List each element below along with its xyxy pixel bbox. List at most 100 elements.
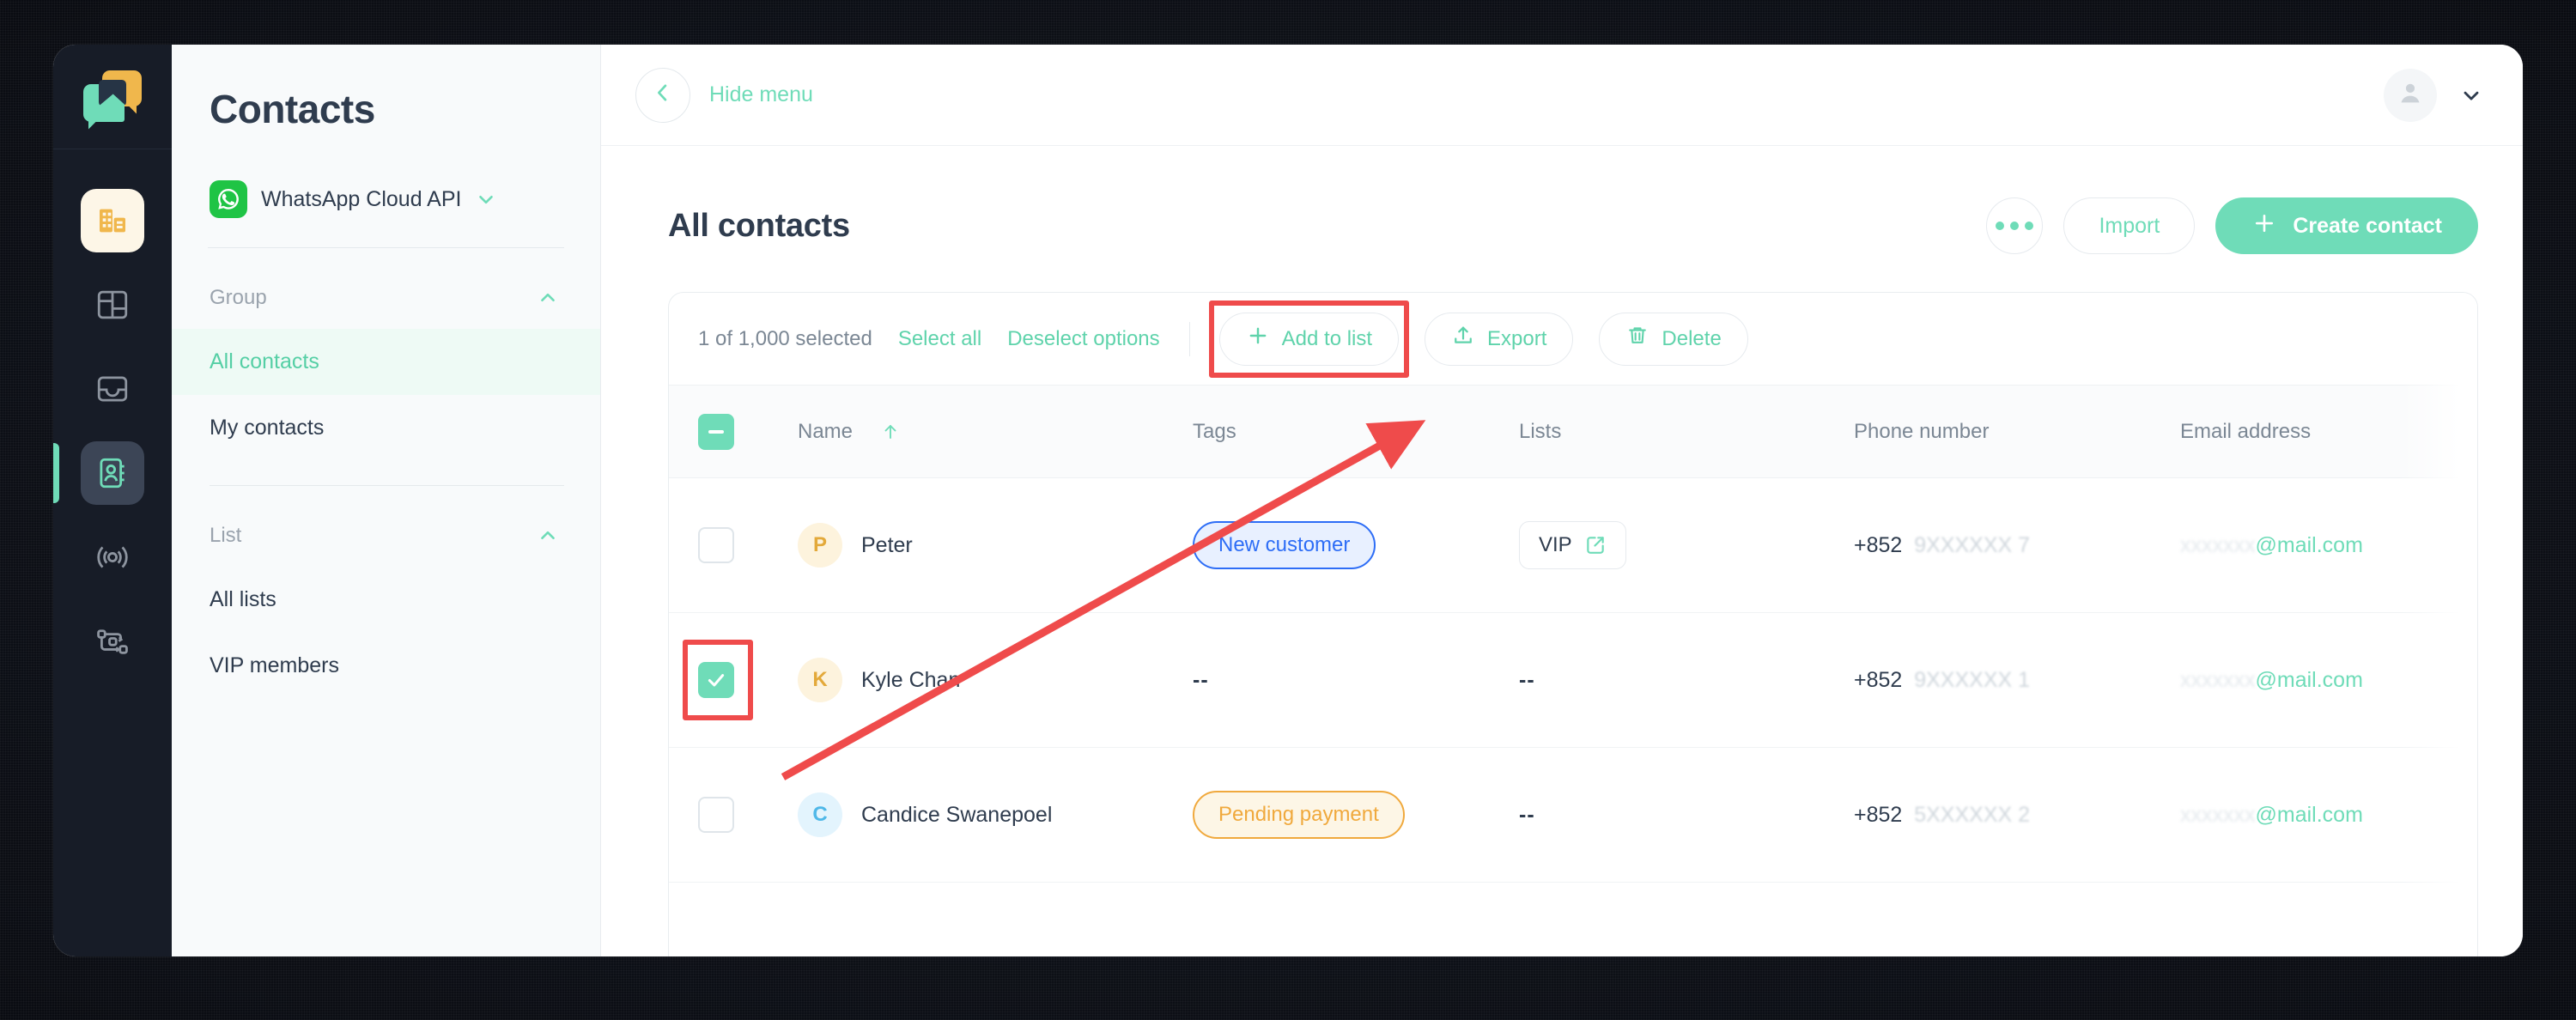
- trash-icon: [1625, 324, 1649, 354]
- main-area: Hide menu All contacts Import Create con…: [601, 45, 2523, 956]
- contact-email-cell: xxxxxxx@mail.com: [2180, 533, 2448, 558]
- email-masked: xxxxxxx: [2180, 802, 2256, 827]
- select-all-checkbox[interactable]: [698, 413, 734, 450]
- workspace-selector[interactable]: WhatsApp Cloud API: [208, 132, 564, 248]
- rail-item-contacts[interactable]: [53, 431, 172, 515]
- user-avatar-icon: [2396, 78, 2425, 112]
- plus-icon: [2251, 210, 2277, 242]
- create-contact-button[interactable]: Create contact: [2215, 197, 2478, 254]
- column-header-name-label: Name: [798, 419, 854, 443]
- row-checkbox[interactable]: [698, 797, 734, 833]
- import-button-label: Import: [2099, 213, 2160, 238]
- add-to-list-button[interactable]: Add to list: [1218, 312, 1400, 366]
- page-header-actions: Import Create contact: [1986, 197, 2478, 254]
- column-header-tags[interactable]: Tags: [1193, 420, 1519, 444]
- rail-item-inbox[interactable]: [53, 347, 172, 431]
- contact-phone-cell: +852 5XXXXXX 2: [1854, 803, 2180, 828]
- phone-masked: 9XXXXXX: [1908, 667, 2013, 692]
- table-row[interactable]: C Candice Swanepoel Pending payment -- +…: [669, 748, 2477, 883]
- rail-item-broadcasts[interactable]: [53, 515, 172, 599]
- ellipsis-icon: [1996, 222, 2005, 230]
- broadcast-icon: [81, 525, 144, 589]
- import-button[interactable]: Import: [2063, 197, 2196, 254]
- status-badge[interactable]: Pending payment: [1193, 791, 1405, 839]
- workflow-icon: [81, 610, 144, 673]
- sidebar-item-label: All lists: [210, 587, 276, 611]
- menu-section-group-label: Group: [210, 286, 267, 309]
- contact-name-cell: C Candice Swanepoel: [798, 792, 1193, 837]
- list-chip[interactable]: VIP: [1519, 521, 1626, 569]
- chevron-down-icon[interactable]: [2459, 83, 2483, 107]
- table-row[interactable]: K Kyle Chan -- -- +852 9XXXXXX 1 xxxxxxx…: [669, 613, 2477, 748]
- deselect-options-link[interactable]: Deselect options: [1007, 327, 1159, 351]
- page-title: All contacts: [668, 207, 850, 244]
- sidebar-item-all-contacts[interactable]: All contacts: [172, 329, 600, 395]
- list-chip-label: VIP: [1539, 533, 1572, 556]
- empty-value: --: [1193, 667, 1209, 692]
- sidebar-item-vip-members[interactable]: VIP members: [172, 633, 600, 699]
- sidebar-item-label: All contacts: [210, 349, 319, 373]
- rail-item-dashboard[interactable]: [53, 263, 172, 347]
- phone-last-digit: 1: [2018, 667, 2031, 692]
- app-window: Contacts WhatsApp Cloud API Group All co…: [53, 45, 2523, 956]
- column-header-name[interactable]: Name: [798, 420, 1193, 444]
- export-button[interactable]: Export: [1425, 312, 1574, 366]
- chevron-up-icon[interactable]: [537, 525, 559, 547]
- building-icon: [81, 189, 144, 252]
- add-to-list-wrapper: Add to list: [1208, 300, 1410, 378]
- contact-email-cell: xxxxxxx@mail.com: [2180, 668, 2448, 693]
- menu-section-list-header[interactable]: List: [208, 486, 564, 567]
- sidebar-item-label: My contacts: [210, 416, 325, 440]
- status-badge[interactable]: New customer: [1193, 521, 1376, 569]
- column-header-email[interactable]: Email address: [2180, 420, 2448, 444]
- contact-tags-cell: New customer: [1193, 521, 1519, 569]
- annotation-highlight-row-checkbox: [683, 640, 753, 720]
- phone-prefix: +852: [1854, 532, 1903, 557]
- avatar: P: [798, 523, 842, 568]
- chevron-up-icon[interactable]: [537, 287, 559, 309]
- rail-item-workflows[interactable]: [53, 599, 172, 683]
- external-link-icon: [1584, 534, 1607, 556]
- divider: [1188, 321, 1190, 356]
- upload-icon: [1451, 324, 1475, 354]
- contacts-menu-panel: Contacts WhatsApp Cloud API Group All co…: [172, 45, 601, 956]
- create-contact-label: Create contact: [2293, 213, 2442, 238]
- nav-rail: [53, 45, 172, 956]
- app-logo[interactable]: [53, 45, 172, 149]
- respond-io-logo-icon: [83, 70, 142, 124]
- delete-label: Delete: [1662, 326, 1722, 350]
- empty-value: --: [1519, 667, 1535, 692]
- row-checkbox-cell: [698, 797, 798, 833]
- inbox-icon: [81, 357, 144, 421]
- contact-name-cell: P Peter: [798, 523, 1193, 568]
- sidebar-item-all-lists[interactable]: All lists: [172, 567, 600, 633]
- email-domain: @mail.com: [2255, 802, 2363, 827]
- arrow-up-icon: [880, 422, 901, 442]
- select-all-link[interactable]: Select all: [898, 327, 981, 351]
- hide-menu-label[interactable]: Hide menu: [709, 82, 813, 107]
- export-label: Export: [1487, 326, 1547, 350]
- more-options-button[interactable]: [1986, 197, 2044, 254]
- empty-value: --: [1519, 802, 1535, 827]
- column-header-lists[interactable]: Lists: [1519, 420, 1854, 444]
- hide-menu-back-button[interactable]: [635, 67, 690, 123]
- rail-item-workspace-switcher[interactable]: [53, 179, 172, 263]
- sidebar-item-my-contacts[interactable]: My contacts: [172, 395, 600, 461]
- table-row[interactable]: P Peter New customer VIP +852 9XXXXXX 7 …: [669, 478, 2477, 613]
- top-bar: Hide menu: [601, 45, 2523, 146]
- dashboard-icon: [81, 273, 144, 337]
- row-checkbox-cell: [683, 640, 798, 720]
- column-header-phone[interactable]: Phone number: [1854, 420, 2180, 444]
- menu-section-group-header[interactable]: Group: [208, 248, 564, 329]
- delete-button[interactable]: Delete: [1599, 312, 1748, 366]
- chevron-down-icon[interactable]: [475, 188, 497, 210]
- page-header: All contacts Import Create contact: [668, 146, 2478, 292]
- contact-phone-cell: +852 9XXXXXX 7: [1854, 533, 2180, 558]
- workspace-name: WhatsApp Cloud API: [261, 186, 462, 211]
- row-checkbox[interactable]: [698, 527, 734, 563]
- contact-tags-cell: Pending payment: [1193, 791, 1519, 839]
- plus-icon: [1246, 324, 1270, 354]
- phone-prefix: +852: [1854, 667, 1903, 692]
- avatar[interactable]: [2384, 68, 2437, 122]
- contact-name: Kyle Chan: [861, 667, 961, 692]
